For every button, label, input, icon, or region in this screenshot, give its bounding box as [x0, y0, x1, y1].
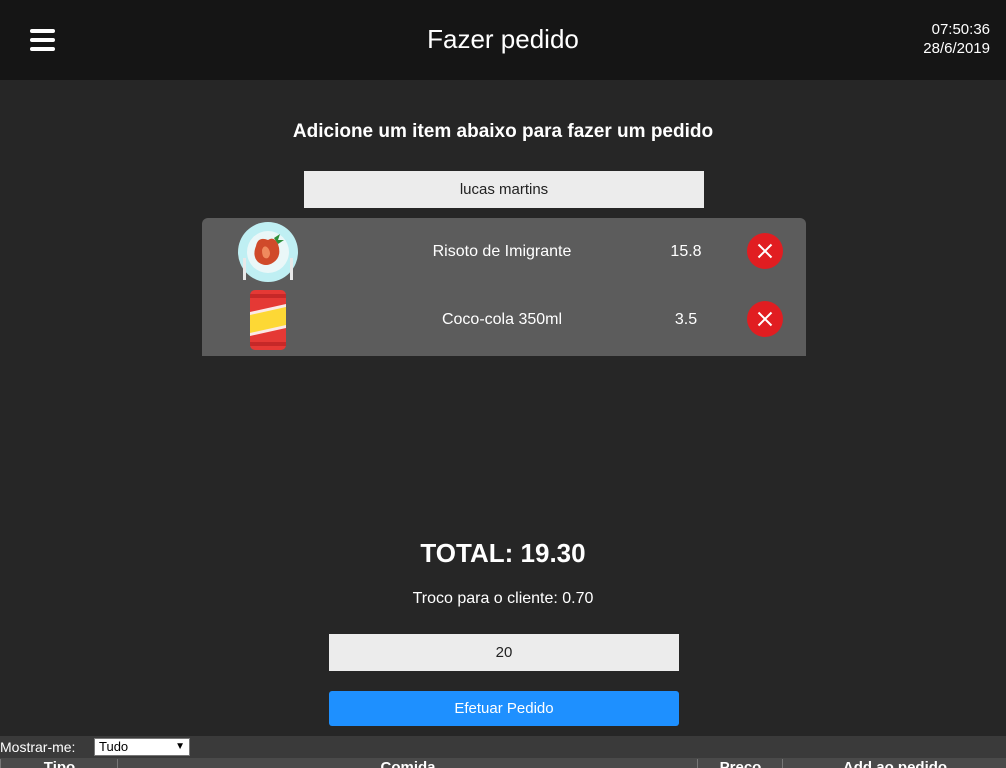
column-header-food[interactable]: Comida — [117, 759, 698, 768]
order-item: Coco-cola 350ml 3.5 — [202, 286, 806, 354]
top-bar: Fazer pedido 07:50:36 28/6/2019 — [0, 0, 1006, 80]
close-icon — [757, 311, 773, 327]
soda-can-icon — [250, 290, 286, 350]
column-header-type[interactable]: Tipo — [0, 759, 118, 768]
remove-item-button[interactable] — [747, 301, 783, 337]
column-header-price[interactable]: Preço — [697, 759, 783, 768]
item-name: Coco-cola 350ml — [441, 311, 563, 328]
clock: 07:50:36 28/6/2019 — [923, 20, 990, 58]
dropdown-arrow-icon: ▼ — [175, 741, 185, 752]
item-price: 3.5 — [674, 311, 698, 328]
client-name-input[interactable] — [304, 171, 704, 208]
submit-order-button[interactable]: Efetuar Pedido — [329, 691, 679, 726]
change-text: Troco para o cliente: 0.70 — [412, 590, 594, 607]
close-icon — [757, 243, 773, 259]
order-total: TOTAL: 19.30 — [420, 538, 586, 568]
amount-paid-input[interactable] — [329, 634, 679, 671]
filter-select[interactable]: Tudo ▼ — [94, 738, 190, 756]
clock-time: 07:50:36 — [931, 21, 990, 38]
filter-bar: Mostrar-me: Tudo ▼ — [0, 736, 1006, 758]
risotto-plate-icon — [238, 222, 298, 282]
instruction-heading: Adicione um item abaixo para fazer um pe… — [292, 121, 714, 142]
filter-selected-value: Tudo — [99, 739, 129, 754]
item-price: 15.8 — [670, 243, 702, 260]
menu-table-header: Tipo Comida Preço Add ao pedido — [0, 758, 1006, 768]
order-item-list: Risoto de Imigrante 15.8 Coco-cola 350ml… — [202, 218, 806, 356]
clock-date: 28/6/2019 — [923, 40, 990, 57]
filter-label: Mostrar-me: — [0, 739, 76, 755]
order-item: Risoto de Imigrante 15.8 — [202, 218, 806, 286]
remove-item-button[interactable] — [747, 233, 783, 269]
item-name: Risoto de Imigrante — [432, 243, 572, 260]
column-header-add[interactable]: Add ao pedido — [782, 759, 1006, 768]
page-title: Fazer pedido — [427, 24, 579, 54]
